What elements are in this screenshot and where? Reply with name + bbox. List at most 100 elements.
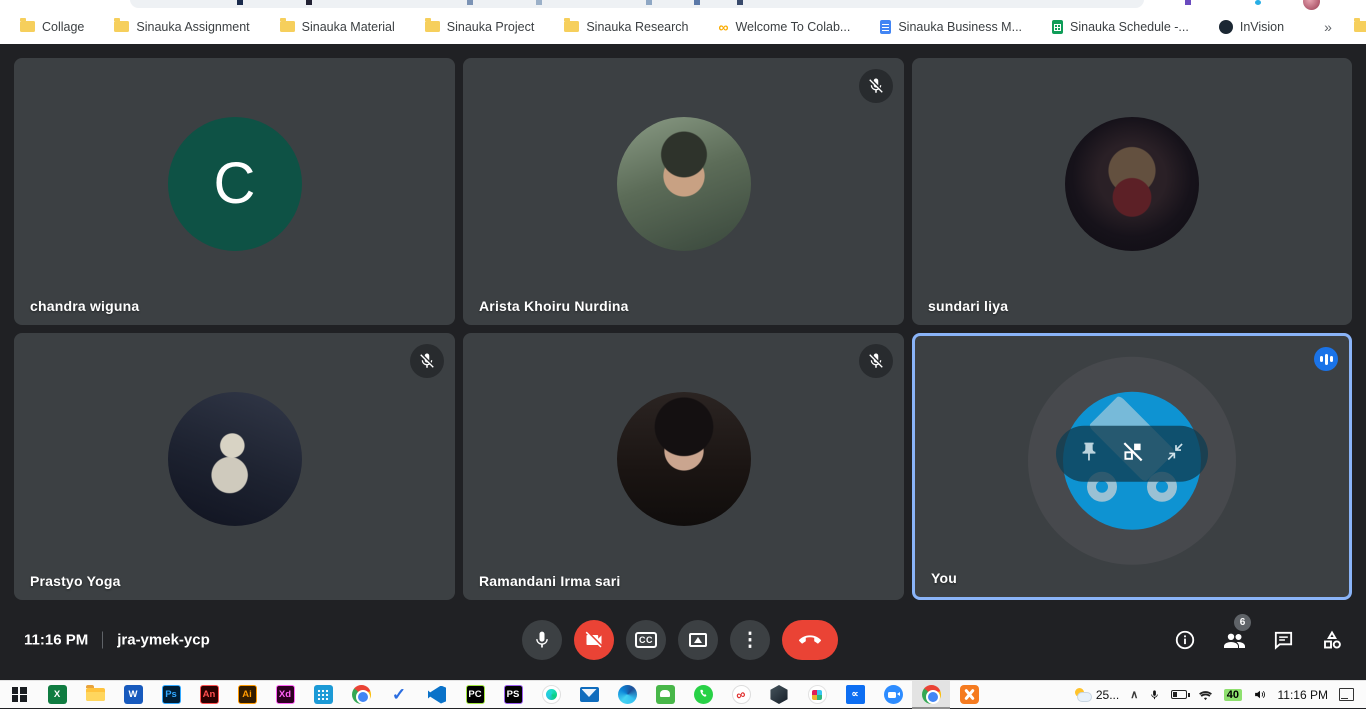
bookmark-label: Sinauka Schedule -... — [1070, 20, 1189, 34]
taskbar-android-studio[interactable] — [532, 681, 570, 709]
minimize-tile-icon[interactable] — [1166, 442, 1186, 467]
taskbar-word[interactable]: W — [114, 681, 152, 709]
remove-tile-grid-off-icon[interactable] — [1120, 439, 1146, 470]
blue-dots-app-icon — [314, 685, 333, 704]
android-studio-icon — [542, 685, 561, 704]
participant-tile-sundari[interactable]: sundari liya — [912, 58, 1352, 325]
participant-tile-you[interactable]: You — [912, 333, 1352, 600]
bookmark-sinauka-research[interactable]: Sinauka Research — [564, 20, 688, 34]
taskbar-vscode[interactable] — [418, 681, 456, 709]
participant-name: Prastyo Yoga — [30, 573, 121, 589]
taskbar-file-explorer[interactable] — [76, 681, 114, 709]
weather-icon — [1074, 688, 1092, 702]
start-button[interactable] — [0, 681, 38, 709]
edge-icon — [618, 685, 637, 704]
red-loop-app-icon — [732, 685, 751, 704]
folder-icon — [114, 21, 129, 32]
cc-icon: CC — [635, 632, 657, 648]
word-icon: W — [124, 685, 143, 704]
chrome-icon — [922, 685, 941, 704]
bookmark-sinauka-business[interactable]: Sinauka Business M... — [880, 20, 1022, 34]
taskbar-blue-dots-app[interactable] — [304, 681, 342, 709]
bookmark-sinauka-assignment[interactable]: Sinauka Assignment — [114, 20, 249, 34]
bookmark-sinauka-schedule[interactable]: Sinauka Schedule -... — [1052, 20, 1189, 34]
bookmarks-bar: Collage Sinauka Assignment Sinauka Mater… — [0, 9, 1366, 44]
taskbar-todo[interactable] — [380, 681, 418, 709]
tray-speaker-icon[interactable] — [1253, 688, 1267, 701]
taskbar-red-loop-app[interactable] — [722, 681, 760, 709]
android-emulator-icon — [656, 685, 675, 704]
other-bookmarks-button[interactable]: Other bookmarks — [1354, 20, 1366, 34]
captions-button[interactable]: CC — [626, 620, 666, 660]
taskbar-chrome-active-window[interactable] — [912, 681, 950, 709]
bookmark-sinauka-project[interactable]: Sinauka Project — [425, 20, 535, 34]
camera-toggle-button[interactable] — [574, 620, 614, 660]
folder-icon — [280, 21, 295, 32]
checkmark-app-icon — [392, 685, 406, 705]
bookmark-sinauka-material[interactable]: Sinauka Material — [280, 20, 395, 34]
audio-level-indicator-icon — [1314, 347, 1338, 371]
more-options-button[interactable] — [730, 620, 770, 660]
participant-name: You — [931, 570, 957, 586]
more-dots-icon — [741, 629, 760, 652]
address-bar-bottom-edge[interactable] — [130, 0, 1144, 8]
mic-muted-icon — [859, 69, 893, 103]
activities-button[interactable] — [1320, 628, 1344, 652]
tray-battery-icon[interactable] — [1171, 690, 1187, 699]
participant-tile-ramandani[interactable]: Ramandani Irma sari — [463, 333, 904, 600]
bookmark-collage[interactable]: Collage — [20, 20, 84, 34]
taskbar-chrome[interactable] — [342, 681, 380, 709]
participant-tile-prastyo[interactable]: Prastyo Yoga — [14, 333, 455, 600]
taskbar-phpstorm[interactable]: PS — [494, 681, 532, 709]
taskbar-edge[interactable] — [608, 681, 646, 709]
participant-name: Arista Khoiru Nurdina — [479, 298, 629, 314]
weather-widget[interactable]: 25... — [1074, 688, 1119, 702]
tray-wifi-icon[interactable] — [1198, 689, 1213, 701]
taskbar-android-emulator[interactable] — [646, 681, 684, 709]
call-controls: CC — [522, 620, 838, 660]
participant-tile-chandra[interactable]: C chandra wiguna — [14, 58, 455, 325]
taskbar-photoshop[interactable]: Ps — [152, 681, 190, 709]
bookmark-welcome-to-colab[interactable]: Welcome To Colab... — [718, 20, 850, 34]
taskbar-animate[interactable]: An — [190, 681, 228, 709]
divider — [102, 632, 103, 649]
avatar: C — [168, 116, 302, 250]
tray-microphone-icon[interactable] — [1149, 688, 1160, 702]
file-explorer-icon — [86, 688, 105, 701]
leave-call-button[interactable] — [782, 620, 838, 660]
meeting-panel-controls: 6 — [1173, 628, 1344, 652]
pin-icon[interactable] — [1078, 441, 1100, 468]
xampp-icon — [960, 685, 979, 704]
action-center-button[interactable] — [1339, 688, 1354, 701]
meeting-details-button[interactable] — [1173, 628, 1197, 652]
phpstorm-icon: PS — [504, 685, 523, 704]
bookmark-label: Sinauka Business M... — [898, 20, 1022, 34]
present-button[interactable] — [678, 620, 718, 660]
taskbar-pycharm[interactable]: PC — [456, 681, 494, 709]
participant-tile-arista[interactable]: Arista Khoiru Nurdina — [463, 58, 904, 325]
taskbar-slack[interactable] — [798, 681, 836, 709]
illustrator-icon: Ai — [238, 685, 257, 704]
taskbar-illustrator[interactable]: Ai — [228, 681, 266, 709]
taskbar-whatsapp[interactable] — [684, 681, 722, 709]
taskbar-zoom[interactable] — [874, 681, 912, 709]
chat-button[interactable] — [1271, 628, 1295, 652]
taskbar-oc-app[interactable]: ∝ — [836, 681, 874, 709]
bookmark-invision[interactable]: InVision — [1219, 20, 1284, 34]
taskbar-excel[interactable]: X — [38, 681, 76, 709]
taskbar-clock[interactable]: 11:16 PM — [1278, 688, 1328, 702]
tray-overflow-chevron-icon[interactable] — [1130, 688, 1138, 701]
taskbar-adobe-xd[interactable]: Xd — [266, 681, 304, 709]
meeting-clock: 11:16 PM — [24, 632, 88, 649]
bookmark-label: Collage — [42, 20, 84, 34]
taskbar-xampp[interactable] — [950, 681, 988, 709]
mic-toggle-button[interactable] — [522, 620, 562, 660]
participants-button[interactable]: 6 — [1222, 628, 1246, 652]
taskbar-mail[interactable] — [570, 681, 608, 709]
colab-icon — [718, 20, 728, 34]
bookmarks-overflow-chevron-icon[interactable]: » — [1314, 19, 1342, 35]
taskbar-hexagon-app[interactable] — [760, 681, 798, 709]
meeting-info: 11:16 PM jra-ymek-ycp — [24, 632, 210, 649]
battery-percent-badge[interactable]: 40 — [1224, 689, 1241, 701]
vscode-icon — [428, 686, 446, 704]
